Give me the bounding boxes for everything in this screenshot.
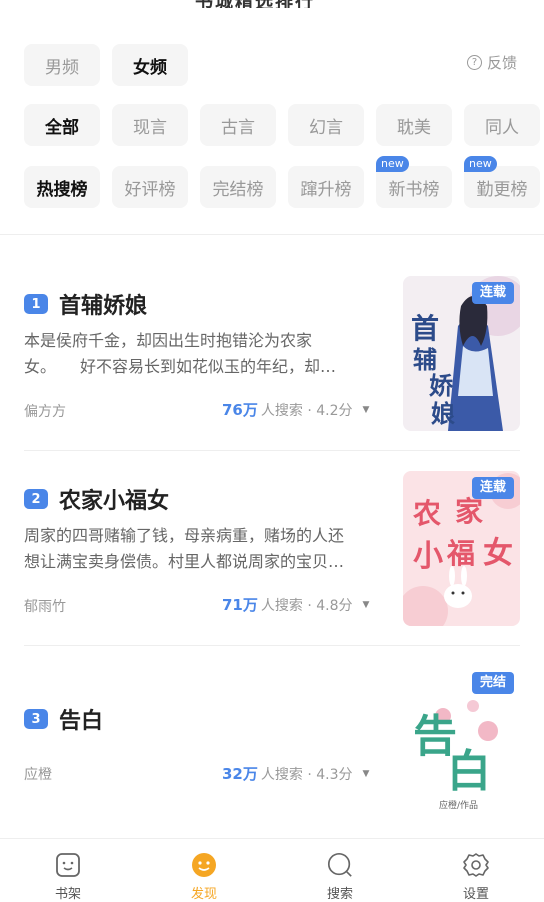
new-badge: new <box>376 156 409 172</box>
cover-author-caption: 应橙/作品 <box>439 799 478 811</box>
cover-title-char: 家 <box>455 495 483 528</box>
tab-rank-finished[interactable]: 完结榜 <box>200 166 276 208</box>
serial-status-badge: 连载 <box>471 282 514 304</box>
bottom-tab-bar: 书架 发现 搜索 设置 <box>0 838 544 902</box>
bookshelf-icon <box>56 853 80 877</box>
item-divider <box>24 450 520 451</box>
search-suffix: 人搜索 · 4.2分 <box>260 402 353 419</box>
tab-rank-rising[interactable]: 蹿升榜 <box>288 166 364 208</box>
cover-title-char: 女 <box>483 536 513 571</box>
tab-label: 书架 <box>54 887 81 902</box>
cover-title-char: 农 <box>412 497 441 530</box>
tab-rank-hot[interactable]: 热搜榜 <box>24 166 100 208</box>
tab-label: 发现 <box>190 887 217 902</box>
tab-female[interactable]: 女频 <box>112 44 188 86</box>
rank-badge: 2 <box>24 489 48 509</box>
rank-badge: 3 <box>24 709 48 729</box>
book-title: 告白 <box>59 709 104 734</box>
book-author: 郁雨竹 <box>24 599 66 615</box>
serial-status-badge: 连载 <box>471 477 514 499</box>
search-suffix: 人搜索 · 4.3分 <box>260 766 353 783</box>
dropdown-icon[interactable]: ▼ <box>363 769 370 779</box>
tab-genre-fantasy[interactable]: 幻言 <box>288 104 364 146</box>
feedback-label: 反馈 <box>486 54 517 72</box>
book-list-item[interactable]: 1 首辅娇娘 本是侯府千金，却因出生时抱错沦为农家 女。 好不容易长到如花似玉的… <box>24 276 520 451</box>
tab-genre-danmei[interactable]: 耽美 <box>376 104 452 146</box>
book-title-row: 1 首辅娇娘 <box>24 288 147 320</box>
tab-genre-ancient[interactable]: 古言 <box>200 104 276 146</box>
cover-title-char: 福 <box>446 537 475 570</box>
tab-rank-update[interactable]: new 勤更榜 <box>464 156 540 208</box>
book-cover[interactable]: 农 家 小 福 女 连载 <box>403 471 520 626</box>
book-list-item[interactable]: 2 农家小福女 周家的四哥赌输了钱，母亲病重，赌场的人还 想让满宝卖身偿债。村里… <box>24 471 520 646</box>
tab-genre-fanfic[interactable]: 同人 <box>464 104 540 146</box>
book-stats: 32万 人搜索 · 4.3分 ▼ <box>222 763 369 784</box>
cover-title-char: 首 <box>411 312 439 345</box>
new-badge: new <box>464 156 497 172</box>
finished-status-badge: 完结 <box>471 672 514 694</box>
search-count: 76万 <box>222 401 258 419</box>
cover-title-char: 娘 <box>431 399 455 428</box>
search-icon <box>327 852 352 877</box>
tab-label: 搜索 <box>326 887 353 902</box>
book-description: 本是侯府千金，却因出生时抱错沦为农家 女。 好不容易长到如花似玉的年纪，却… <box>24 331 337 376</box>
cover-title-char: 白 <box>447 746 491 797</box>
genre-tabs: 全部 现言 古言 幻言 耽美 同人 <box>24 104 544 146</box>
book-author: 偏方方 <box>24 404 66 420</box>
rank-badge: 1 <box>24 294 48 314</box>
tab-discover[interactable]: 发现 <box>136 839 272 902</box>
tab-rank-new[interactable]: new 新书榜 <box>376 156 452 208</box>
search-suffix: 人搜索 · 4.8分 <box>260 597 353 614</box>
clipped-page-title: 书城精选排行 <box>0 0 544 8</box>
book-title: 农家小福女 <box>59 489 170 514</box>
dropdown-icon[interactable]: ▼ <box>363 600 370 610</box>
tab-genre-modern[interactable]: 现言 <box>112 104 188 146</box>
tab-rank-rated[interactable]: 好评榜 <box>112 166 188 208</box>
book-title-row: 2 农家小福女 <box>24 483 169 515</box>
tab-male[interactable]: 男频 <box>24 44 100 86</box>
book-author: 应橙 <box>24 767 52 783</box>
book-stats: 71万 人搜索 · 4.8分 ▼ <box>222 594 369 615</box>
gender-tabs: 男频 女频 <box>24 44 200 86</box>
book-title-row: 3 告白 <box>24 703 103 735</box>
discover-icon <box>192 853 216 877</box>
rank-tabs: 热搜榜 好评榜 完结榜 蹿升榜 new 新书榜 new 勤更榜 <box>24 156 544 208</box>
search-count: 32万 <box>222 765 258 783</box>
book-list-item[interactable]: 3 告白 应橙 32万 人搜索 · 4.3分 ▼ 告 白 应橙/作品 完结 <box>24 666 520 831</box>
book-description: 周家的四哥赌输了钱，母亲病重，赌场的人还 想让满宝卖身偿债。村里人都说周家的宝贝… <box>24 526 345 571</box>
cover-title-char: 辅 <box>413 345 437 374</box>
feedback-button[interactable]: ? 反馈 <box>466 52 517 73</box>
item-divider <box>24 645 520 646</box>
search-count: 71万 <box>222 596 258 614</box>
tab-settings[interactable]: 设置 <box>408 839 544 902</box>
dropdown-icon[interactable]: ▼ <box>363 405 370 415</box>
tab-bookshelf[interactable]: 书架 <box>0 839 136 902</box>
tab-label: 设置 <box>462 887 489 902</box>
help-icon: ? <box>466 55 482 70</box>
settings-icon <box>463 853 489 877</box>
tab-search[interactable]: 搜索 <box>272 839 408 902</box>
cover-title-char: 娇 <box>429 371 454 400</box>
book-cover[interactable]: 告 白 应橙/作品 完结 <box>403 666 520 821</box>
cover-title-char: 小 <box>413 539 443 574</box>
book-cover[interactable]: 首 辅 娇 娘 连载 <box>403 276 520 431</box>
book-stats: 76万 人搜索 · 4.2分 ▼ <box>222 399 369 420</box>
book-title: 首辅娇娘 <box>59 294 148 319</box>
tab-genre-all[interactable]: 全部 <box>24 104 100 146</box>
section-divider <box>0 234 544 235</box>
